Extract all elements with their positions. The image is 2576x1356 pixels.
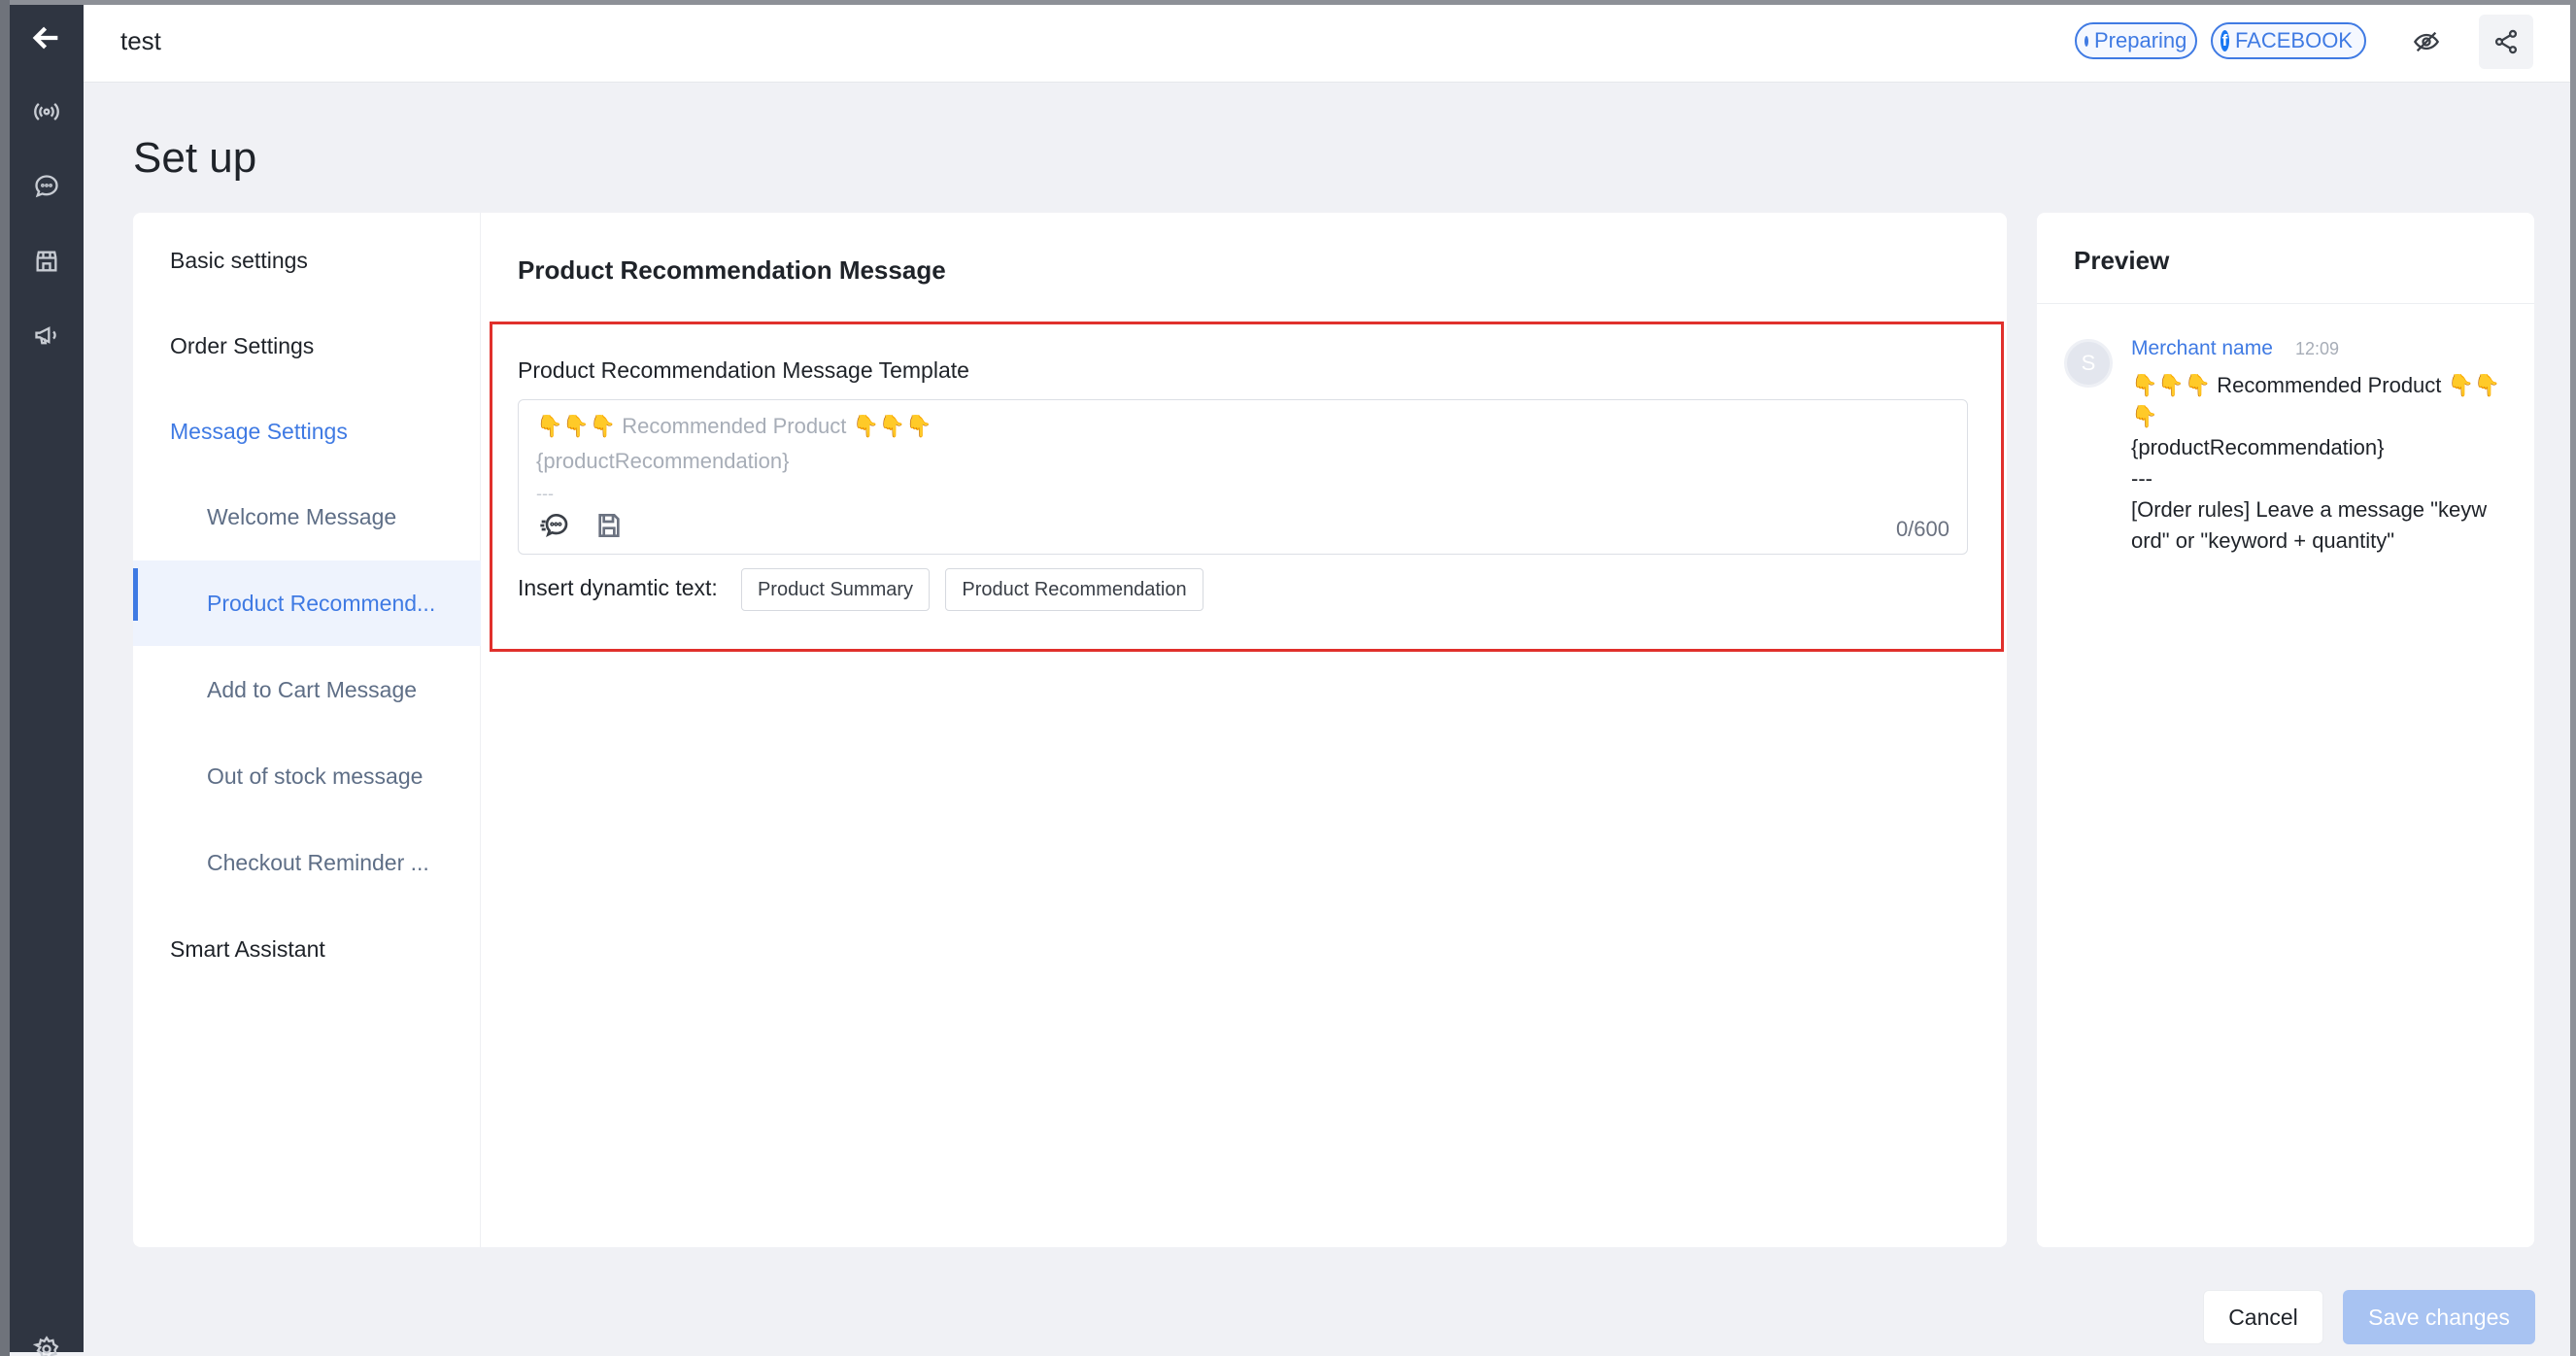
status-dot-icon: [2085, 35, 2088, 47]
nav-out-of-stock-message[interactable]: Out of stock message: [133, 733, 481, 819]
insert-product-summary-button[interactable]: Product Summary: [741, 568, 930, 611]
nav-item-label: Order Settings: [170, 332, 315, 358]
insert-product-recommendation-button[interactable]: Product Recommendation: [945, 568, 1203, 611]
template-field-label: Product Recommendation Message Template: [518, 357, 969, 383]
nav-item-label: Add to Cart Message: [207, 676, 418, 702]
avatar: S: [2064, 339, 2113, 388]
share-icon[interactable]: [2479, 15, 2533, 69]
store-icon[interactable]: [27, 242, 66, 281]
gear-icon[interactable]: [27, 1330, 66, 1356]
section-title: Product Recommendation Message: [518, 255, 946, 285]
window-frame-left: [0, 0, 10, 1356]
divider: [2037, 303, 2534, 304]
left-rail: [10, 5, 84, 1356]
template-line: {productRecommendation}: [536, 449, 790, 473]
nav-item-label: Message Settings: [170, 418, 348, 444]
nav-basic-settings[interactable]: Basic settings: [133, 218, 481, 303]
settings-nav: Basic settings Order Settings Message Se…: [133, 213, 481, 1247]
save-changes-button[interactable]: Save changes: [2343, 1290, 2535, 1344]
cancel-button[interactable]: Cancel: [2203, 1290, 2323, 1344]
hide-preview-icon[interactable]: [2399, 15, 2454, 69]
preview-message-body: 👇👇👇 Recommended Product 👇👇 👇 {productRec…: [2131, 373, 2501, 553]
nav-item-label: Smart Assistant: [170, 935, 325, 962]
nav-order-settings[interactable]: Order Settings: [133, 303, 481, 389]
platform-badge-facebook: f FACEBOOK: [2211, 22, 2366, 59]
nav-item-label: Checkout Reminder ...: [207, 849, 429, 875]
message-time: 12:09: [2295, 339, 2340, 358]
nav-smart-assistant[interactable]: Smart Assistant: [133, 906, 481, 992]
platform-text: FACEBOOK: [2234, 28, 2353, 52]
status-text: Preparing: [2094, 28, 2187, 52]
merchant-name: Merchant name: [2131, 337, 2273, 359]
nav-checkout-reminder[interactable]: Checkout Reminder ...: [133, 820, 481, 905]
chat-icon[interactable]: [27, 167, 66, 206]
window-frame-right: [2570, 0, 2576, 1356]
nav-add-to-cart-message[interactable]: Add to Cart Message: [133, 647, 481, 732]
nav-item-label: Product Recommend...: [207, 590, 436, 616]
nav-message-settings[interactable]: Message Settings: [133, 389, 481, 474]
save-template-icon[interactable]: [591, 507, 627, 544]
dynamic-text-label: Insert dynamtic text:: [518, 575, 718, 600]
page-title: Set up: [133, 134, 257, 182]
message-editor-panel: Product Recommendation Message Product R…: [481, 213, 2007, 1247]
back-arrow-icon[interactable]: [27, 18, 66, 57]
nav-welcome-message[interactable]: Welcome Message: [133, 474, 481, 559]
nav-item-label: Welcome Message: [207, 503, 397, 529]
template-line: 👇👇👇 Recommended Product 👇👇👇: [536, 414, 932, 438]
preview-title: Preview: [2074, 246, 2170, 275]
broadcast-icon[interactable]: [27, 92, 66, 131]
megaphone-icon[interactable]: [27, 316, 66, 355]
template-textarea[interactable]: 👇👇👇 Recommended Product 👇👇👇 {productReco…: [518, 399, 1968, 555]
status-badge-preparing: Preparing: [2075, 22, 2197, 59]
preview-panel: Preview S Merchant name 12:09 👇👇👇 Recomm…: [2037, 213, 2534, 1247]
facebook-icon: f: [2220, 30, 2229, 51]
app-title: test: [120, 26, 161, 55]
nav-product-recommendation[interactable]: Product Recommend...: [133, 560, 481, 646]
nav-item-label: Out of stock message: [207, 763, 424, 789]
character-counter: 0/600: [1895, 517, 1949, 541]
nav-item-label: Basic settings: [170, 247, 308, 273]
insert-emoji-icon[interactable]: [536, 507, 573, 544]
template-line: ---: [536, 484, 554, 503]
top-bar: test Preparing f FACEBOOK: [84, 5, 2570, 83]
